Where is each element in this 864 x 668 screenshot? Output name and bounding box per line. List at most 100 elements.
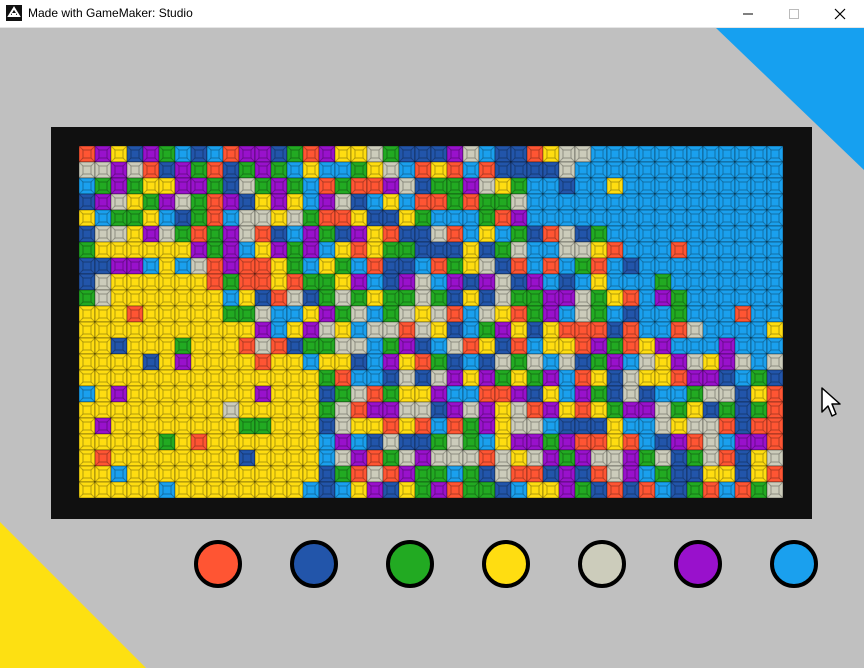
tile (462, 193, 480, 211)
tile (302, 321, 320, 339)
color-button-red[interactable] (194, 540, 242, 588)
tile (126, 401, 144, 419)
tile (478, 305, 496, 323)
tile (702, 241, 720, 259)
tile (606, 209, 624, 227)
tile (302, 193, 320, 211)
tile (462, 337, 480, 355)
tile (318, 305, 336, 323)
tile (222, 385, 240, 403)
tile (398, 305, 416, 323)
tile (718, 241, 736, 259)
tile (110, 369, 128, 387)
color-button-blue[interactable] (290, 540, 338, 588)
tile (382, 177, 400, 195)
tile (142, 337, 160, 355)
maximize-button[interactable] (771, 0, 817, 28)
tile (702, 273, 720, 291)
tile (79, 273, 96, 291)
tile (79, 417, 96, 435)
tile (334, 193, 352, 211)
tile (590, 161, 608, 179)
tile (558, 481, 576, 498)
tile (430, 321, 448, 339)
color-button-cyan[interactable] (770, 540, 818, 588)
tile (750, 225, 768, 243)
color-button-yellow[interactable] (482, 540, 530, 588)
tile (238, 209, 256, 227)
tile (478, 161, 496, 179)
tile (590, 305, 608, 323)
tile-board[interactable] (79, 146, 783, 498)
tile (654, 209, 672, 227)
tile (414, 273, 432, 291)
tile (702, 401, 720, 419)
tile (126, 481, 144, 498)
game-canvas[interactable] (0, 28, 864, 668)
tile (302, 449, 320, 467)
tile (142, 225, 160, 243)
tile (142, 177, 160, 195)
tile (686, 225, 704, 243)
tile (254, 369, 272, 387)
tile (286, 161, 304, 179)
tile (606, 449, 624, 467)
tile (750, 241, 768, 259)
tile (238, 385, 256, 403)
color-button-green[interactable] (386, 540, 434, 588)
tile (142, 209, 160, 227)
tile (558, 209, 576, 227)
tile (510, 209, 528, 227)
tile (574, 241, 592, 259)
tile (446, 401, 464, 419)
tile (174, 289, 192, 307)
tile (622, 417, 640, 435)
tile (254, 417, 272, 435)
tile (462, 177, 480, 195)
tile (206, 305, 224, 323)
tile (398, 289, 416, 307)
tile (606, 161, 624, 179)
tile (622, 337, 640, 355)
tile (366, 465, 384, 483)
color-button-beige[interactable] (578, 540, 626, 588)
tile (718, 369, 736, 387)
tile (286, 305, 304, 323)
tile (286, 321, 304, 339)
tile (286, 337, 304, 355)
tile (638, 369, 656, 387)
tile (766, 369, 783, 387)
tile (238, 449, 256, 467)
tile (350, 177, 368, 195)
tile (654, 353, 672, 371)
tile (110, 273, 128, 291)
minimize-button[interactable] (725, 0, 771, 28)
tile (302, 353, 320, 371)
tile (190, 385, 208, 403)
tile (238, 353, 256, 371)
tile (254, 225, 272, 243)
tile (510, 337, 528, 355)
tile (574, 385, 592, 403)
tile (206, 257, 224, 275)
tile (750, 193, 768, 211)
tile (462, 449, 480, 467)
tile (286, 465, 304, 483)
tile (606, 321, 624, 339)
tile (686, 465, 704, 483)
tile (686, 417, 704, 435)
tile (558, 289, 576, 307)
tile (622, 225, 640, 243)
tile (702, 321, 720, 339)
tile (398, 417, 416, 435)
close-button[interactable] (817, 0, 863, 28)
tile (734, 177, 752, 195)
tile (398, 193, 416, 211)
tile (398, 209, 416, 227)
tile (734, 481, 752, 498)
color-button-purple[interactable] (674, 540, 722, 588)
tile (750, 321, 768, 339)
tile (494, 146, 512, 163)
tile (590, 449, 608, 467)
tile (286, 146, 304, 163)
